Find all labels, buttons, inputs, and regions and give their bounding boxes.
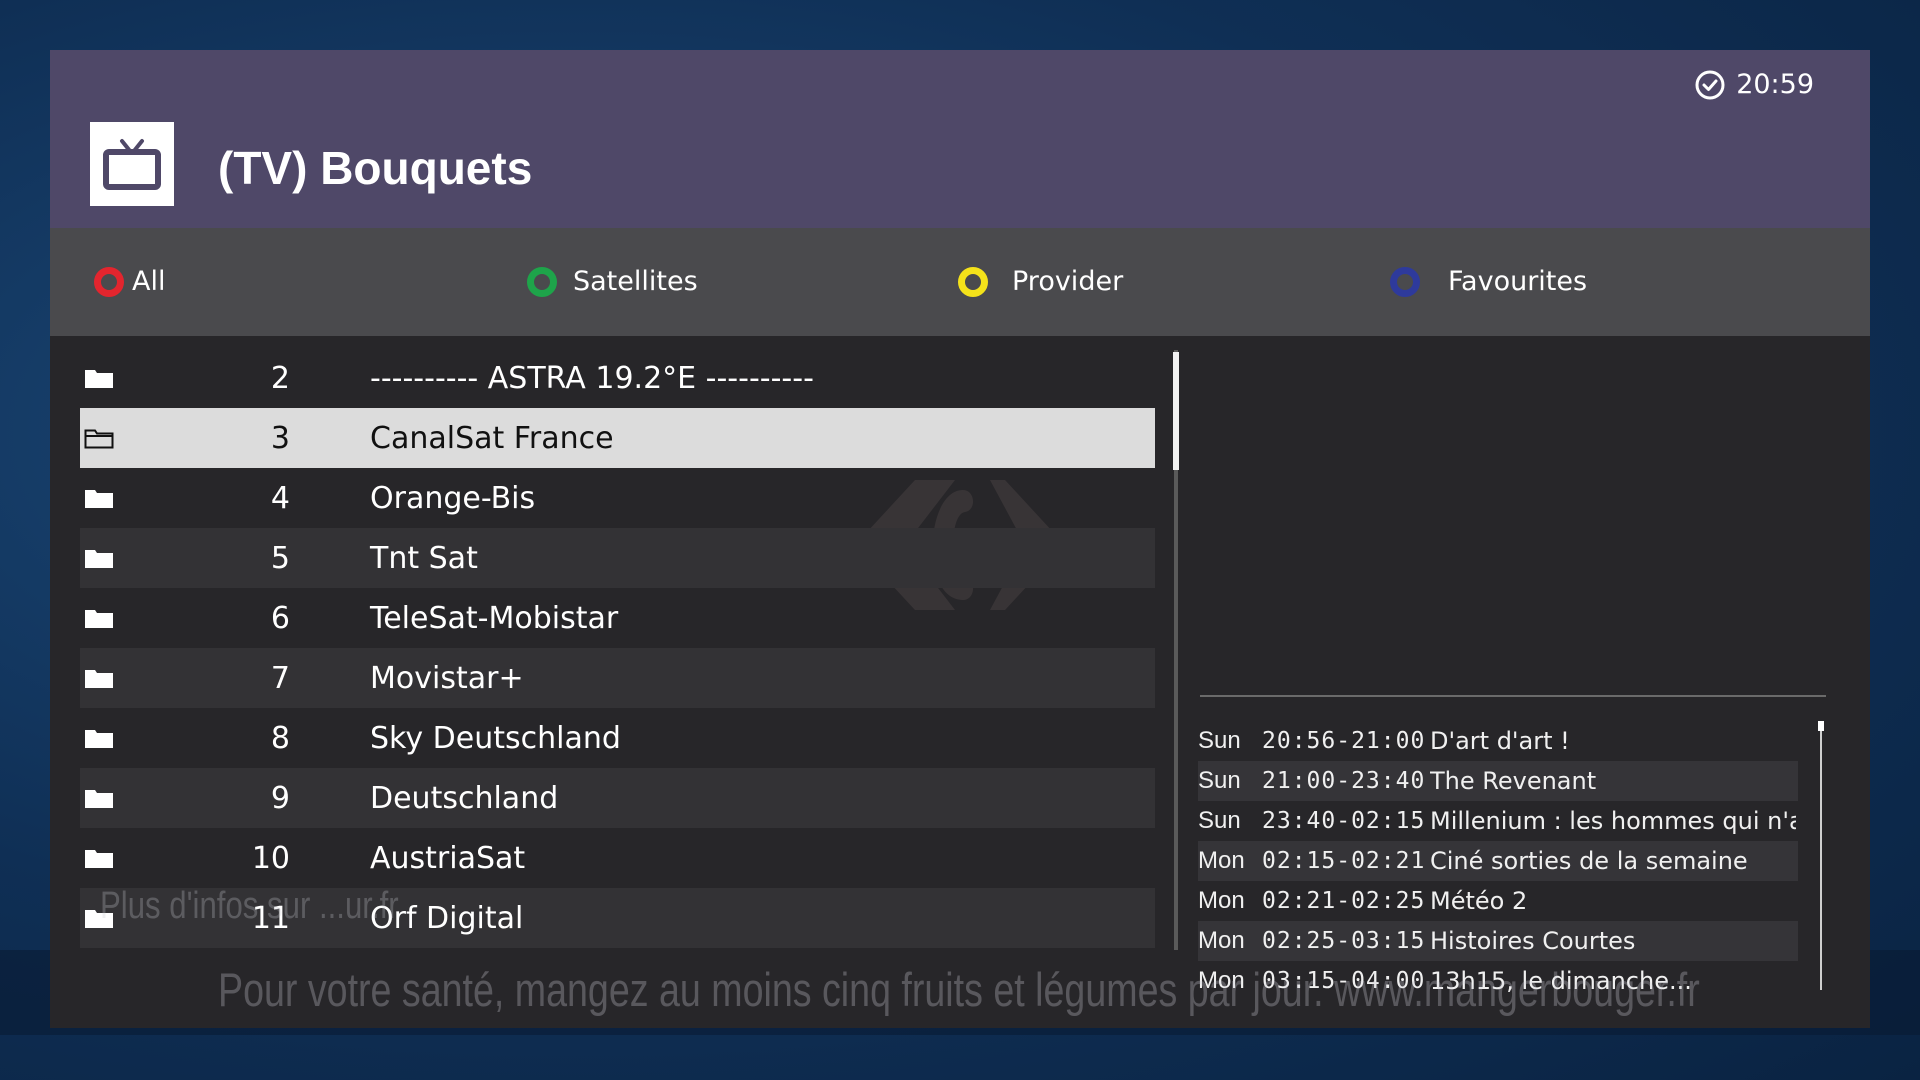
epg-row[interactable]: Sun 23:40-02:15 Millenium : les hommes q…	[1198, 801, 1798, 841]
bouquet-name: Sky Deutschland	[370, 720, 621, 756]
epg-time: 21:00-23:40	[1262, 768, 1426, 794]
page-title: (TV) Bouquets	[218, 142, 533, 194]
epg-row[interactable]: Mon 02:21-02:25 Météo 2	[1198, 881, 1798, 921]
epg-divider	[1200, 695, 1826, 697]
health-message-overlay: Pour votre santé, mangez au moins cinq f…	[218, 963, 1700, 1016]
green-button-icon	[527, 267, 557, 297]
yellow-button-icon	[958, 267, 988, 297]
bouquet-name: Movistar+	[370, 660, 524, 696]
clock: 20:59	[1694, 68, 1814, 102]
list-scrollbar-thumb[interactable]	[1173, 352, 1179, 470]
blue-button-icon	[1390, 267, 1420, 297]
red-button-icon	[94, 267, 124, 297]
epg-time: 02:21-02:25	[1262, 888, 1426, 914]
list-item[interactable]: 8 Sky Deutschland	[80, 708, 1155, 768]
key-satellites-label: Satellites	[573, 266, 698, 297]
epg-title: The Revenant	[1430, 767, 1597, 795]
bouquet-number: 9	[270, 780, 290, 816]
bouquet-name: Tnt Sat	[370, 540, 478, 576]
bouquet-number: 10	[251, 840, 290, 876]
bouquet-number: 3	[270, 420, 290, 456]
folder-icon	[85, 850, 113, 868]
color-key-bar: All Satellites Provider Favourites	[50, 228, 1870, 336]
key-provider[interactable]: Provider	[958, 264, 1123, 300]
epg-title: Histoires Courtes	[1430, 927, 1636, 955]
bouquet-number: 6	[270, 600, 290, 636]
epg-title: Ciné sorties de la semaine	[1430, 847, 1748, 875]
bouquet-name: CanalSat France	[370, 420, 614, 456]
folder-open-icon	[84, 429, 114, 449]
folder-icon	[85, 790, 113, 808]
epg-row[interactable]: Sun 21:00-23:40 The Revenant	[1198, 761, 1798, 801]
bouquet-list: 2 ---------- ASTRA 19.2°E ---------- 3 C…	[80, 348, 1155, 948]
epg-row[interactable]: Mon 02:25-03:15 Histoires Courtes	[1198, 921, 1798, 961]
epg-title: D'art d'art !	[1430, 727, 1570, 755]
list-item-selected[interactable]: 3 CanalSat France	[80, 408, 1155, 468]
clock-time: 20:59	[1736, 69, 1814, 100]
key-all[interactable]: All	[94, 264, 165, 300]
bouquet-name: AustriaSat	[370, 840, 526, 876]
list-item[interactable]: 9 Deutschland	[80, 768, 1155, 828]
folder-icon	[85, 730, 113, 748]
epg-row[interactable]: Sun 20:56-21:00 D'art d'art !	[1198, 721, 1798, 761]
bouquet-number: 7	[270, 660, 290, 696]
folder-icon	[85, 670, 113, 688]
folder-icon	[85, 490, 113, 508]
bouquet-number: 5	[270, 540, 290, 576]
epg-time: 23:40-02:15	[1262, 808, 1426, 834]
folder-icon	[85, 610, 113, 628]
list-item[interactable]: 4 Orange-Bis	[80, 468, 1155, 528]
list-item[interactable]: 5 Tnt Sat	[80, 528, 1155, 588]
folder-icon	[85, 370, 113, 388]
epg-row[interactable]: Mon 02:15-02:21 Ciné sorties de la semai…	[1198, 841, 1798, 881]
epg-title: Météo 2	[1430, 887, 1528, 915]
clock-check-icon	[1695, 70, 1725, 100]
list-item[interactable]: 10 AustriaSat	[80, 828, 1155, 888]
epg-day: Mon	[1198, 927, 1245, 954]
bouquet-number: 8	[270, 720, 290, 756]
epg-scrollbar[interactable]	[1820, 722, 1822, 990]
list-item[interactable]: 6 TeleSat-Mobistar	[80, 588, 1155, 648]
epg-day: Sun	[1198, 807, 1241, 834]
bouquet-number: 2	[270, 360, 290, 396]
bouquets-window: (TV) Bouquets 20:59 All Satellites Provi…	[50, 50, 1870, 1028]
epg-day: Sun	[1198, 767, 1241, 794]
folder-icon	[85, 550, 113, 568]
key-provider-label: Provider	[1012, 266, 1124, 297]
header: (TV) Bouquets 20:59	[50, 50, 1870, 228]
epg-time: 20:56-21:00	[1262, 728, 1426, 754]
key-favourites-label: Favourites	[1448, 266, 1588, 297]
epg-day: Mon	[1198, 847, 1245, 874]
bouquet-number: 4	[270, 480, 290, 516]
bouquet-name: Deutschland	[370, 780, 559, 816]
epg-day: Mon	[1198, 887, 1245, 914]
tv-icon	[90, 122, 174, 206]
key-all-label: All	[132, 266, 166, 297]
epg-time: 02:25-03:15	[1262, 928, 1426, 954]
bouquet-name: TeleSat-Mobistar	[370, 600, 619, 636]
key-favourites[interactable]: Favourites	[1390, 264, 1587, 300]
list-item[interactable]: 2 ---------- ASTRA 19.2°E ----------	[80, 348, 1155, 408]
bouquet-name: ---------- ASTRA 19.2°E ----------	[370, 360, 814, 396]
epg-time: 02:15-02:21	[1262, 848, 1426, 874]
ad-info-overlay: Plus d'infos sur ...ur.fr	[100, 885, 399, 927]
epg-scrollbar-thumb[interactable]	[1818, 721, 1824, 731]
epg-day: Sun	[1198, 727, 1241, 754]
list-item[interactable]: 7 Movistar+	[80, 648, 1155, 708]
epg-title: Millenium : les hommes qui n'aimaient pa…	[1430, 807, 1796, 835]
bouquet-name: Orange-Bis	[370, 480, 536, 516]
key-satellites[interactable]: Satellites	[527, 264, 698, 300]
